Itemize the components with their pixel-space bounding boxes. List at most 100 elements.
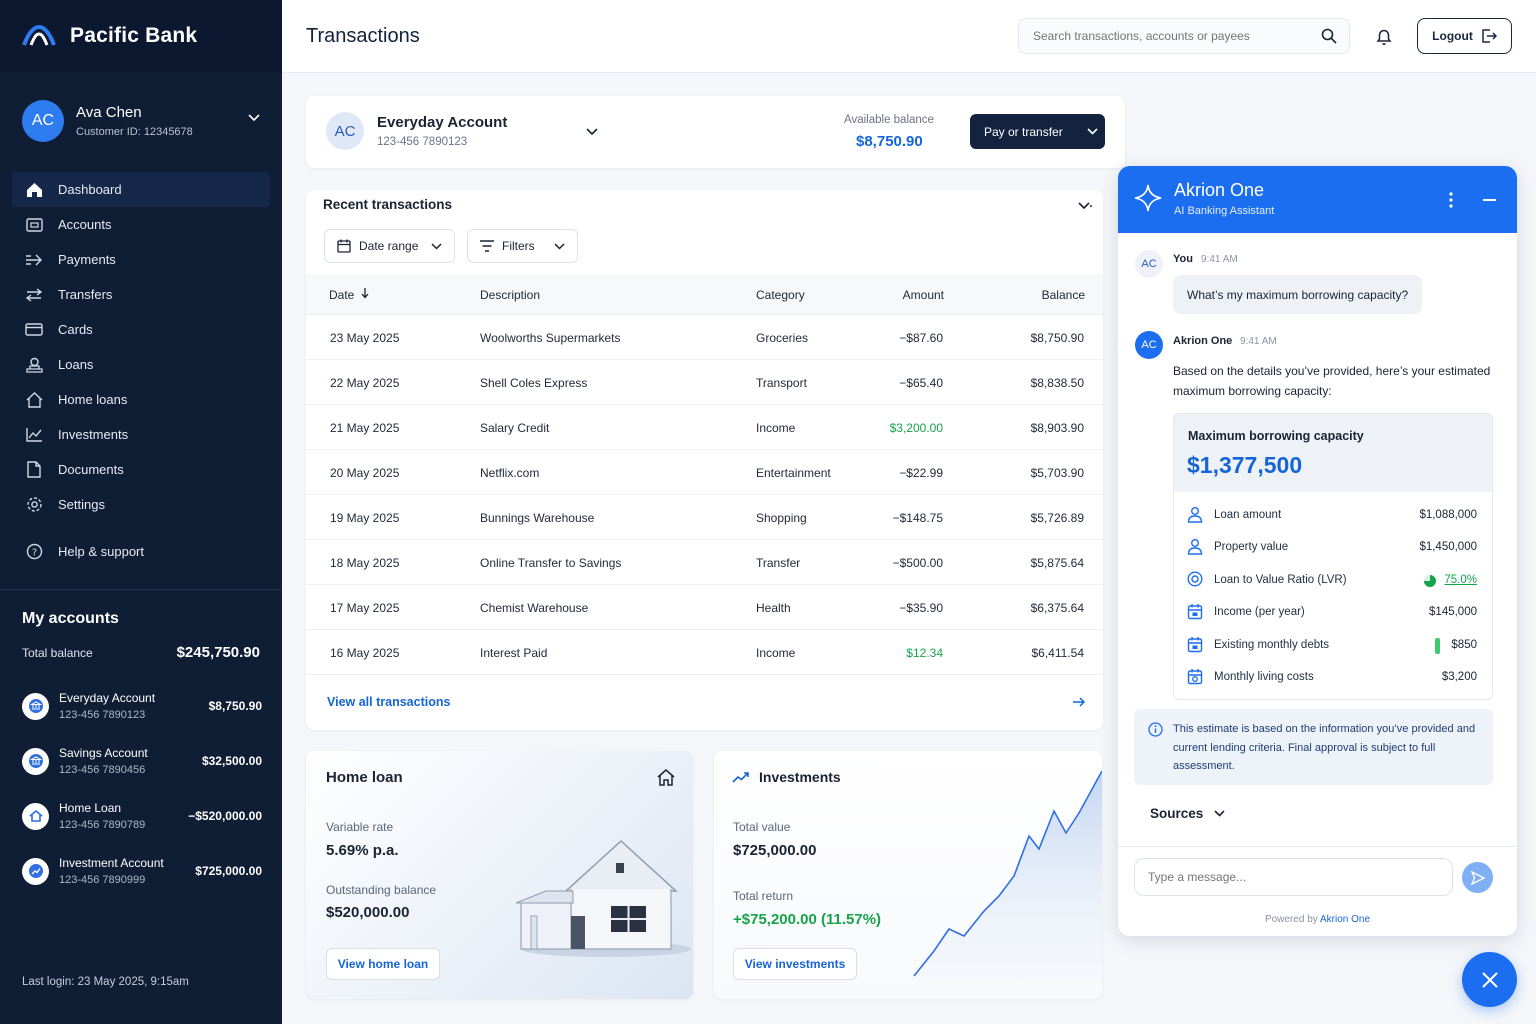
outstanding-label: Outstanding balance xyxy=(326,883,437,897)
cell-amount: $12.34 xyxy=(906,646,943,660)
assistant-message-time: 9:41 AM xyxy=(1240,336,1277,347)
account-avatar: AC xyxy=(326,112,364,150)
investments-card: Investments Total value $725,000.00 Tota… xyxy=(714,751,1102,999)
table-header: Date Description Category Amount Balance xyxy=(306,274,1103,315)
date-range-button[interactable]: Date range xyxy=(324,229,455,263)
sidebar-item-home-loans[interactable]: Home loans xyxy=(12,382,270,417)
cell-amount: −$87.60 xyxy=(899,331,943,345)
cell-category: Entertainment xyxy=(756,466,831,480)
close-chat-button[interactable] xyxy=(1462,952,1517,1007)
view-all-transactions-link[interactable]: View all transactions xyxy=(327,695,450,709)
table-row[interactable]: 18 May 2025 Online Transfer to Savings Tra… xyxy=(306,540,1102,585)
cell-balance: $8,750.90 xyxy=(1030,331,1084,345)
pay-or-transfer-button[interactable]: Pay or transfer xyxy=(970,114,1105,149)
column-description[interactable]: Description xyxy=(480,288,540,302)
sidebar-item-settings[interactable]: Settings xyxy=(12,487,270,522)
account-item-everyday[interactable]: Everyday Account 123-456 7890123 $8,750.9… xyxy=(22,686,262,726)
chevron-down-icon[interactable] xyxy=(248,114,260,122)
home-loan-card: Home loan Variable rate 5.69% p.a. Outst… xyxy=(306,751,693,999)
column-balance[interactable]: Balance xyxy=(1042,288,1085,302)
investments-icon xyxy=(24,425,44,445)
sidebar-item-label: Help & support xyxy=(58,544,144,559)
cell-date: 17 May 2025 xyxy=(330,601,400,615)
sidebar-item-cards[interactable]: Cards xyxy=(12,312,270,347)
column-amount[interactable]: Amount xyxy=(903,288,944,302)
table-row[interactable]: 17 May 2025 Chemist Warehouse Health −$35.9… xyxy=(306,585,1102,630)
account-item-home-loan[interactable]: Home Loan 123-456 7890789 −$520,000.00 xyxy=(22,796,262,836)
search-box xyxy=(1018,18,1350,54)
filters-button[interactable]: Filters xyxy=(467,229,578,263)
account-item-savings[interactable]: Savings Account 123-456 7890456 $32,500.0… xyxy=(22,741,262,781)
avatar[interactable]: AC xyxy=(22,100,64,142)
total-return-value: +$75,200.00 (11.57%) xyxy=(733,911,882,928)
bank-logo-icon[interactable] xyxy=(22,25,56,47)
sidebar-item-dashboard[interactable]: Dashboard xyxy=(12,172,270,207)
outstanding-value: $520,000.00 xyxy=(326,904,410,921)
cell-amount: −$65.40 xyxy=(899,376,943,390)
sidebar-item-accounts[interactable]: Accounts xyxy=(12,207,270,242)
sidebar-item-label: Payments xyxy=(58,252,116,267)
calendar-icon xyxy=(337,239,351,253)
capacity-header: Maximum borrowing capacity $1,377,500 xyxy=(1174,414,1492,492)
sidebar-item-payments[interactable]: Payments xyxy=(12,242,270,277)
more-options-icon[interactable] xyxy=(1449,192,1453,208)
cell-balance: $6,375.64 xyxy=(1030,601,1084,615)
cell-description: Woolworths Supermarkets xyxy=(480,331,621,345)
house-illustration xyxy=(511,831,691,961)
table-row[interactable]: 20 May 2025 Netflix.com Entertainment −$22.… xyxy=(306,450,1102,495)
capacity-label: Maximum borrowing capacity xyxy=(1188,429,1364,443)
minimize-icon[interactable] xyxy=(1483,199,1496,201)
table-row[interactable]: 16 May 2025 Interest Paid Income $12.34 $6,4… xyxy=(306,630,1102,675)
sources-toggle[interactable]: Sources xyxy=(1134,794,1501,832)
cell-description: Interest Paid xyxy=(480,646,548,660)
calendar-icon xyxy=(1187,668,1203,685)
chevron-down-icon[interactable] xyxy=(1078,202,1092,210)
table-row[interactable]: 22 May 2025 Shell Coles Express Transport −… xyxy=(306,360,1102,405)
chat-subtitle: AI Banking Assistant xyxy=(1174,205,1275,217)
table-row[interactable]: 21 May 2025 Salary Credit Income $3,200.00 $… xyxy=(306,405,1102,450)
cell-description: Chemist Warehouse xyxy=(480,601,589,615)
chevron-down-icon xyxy=(1087,128,1098,135)
powered-brand[interactable]: Akrion One xyxy=(1320,914,1370,925)
column-category[interactable]: Category xyxy=(756,288,805,302)
help-icon: ? xyxy=(24,542,44,562)
account-item-investment[interactable]: Investment Account 123-456 7890999 $725,0… xyxy=(22,851,262,891)
search-input[interactable] xyxy=(1033,29,1293,43)
account-name: Everyday Account xyxy=(377,114,508,131)
cell-amount: −$500.00 xyxy=(892,556,943,570)
chevron-down-icon[interactable] xyxy=(586,128,598,136)
close-icon xyxy=(1481,971,1498,988)
arrow-right-icon[interactable] xyxy=(1072,696,1086,708)
loans-icon xyxy=(24,355,44,375)
table-row[interactable]: 19 May 2025 Bunnings Warehouse Shopping −$1… xyxy=(306,495,1102,540)
cell-amount: −$35.90 xyxy=(899,601,943,615)
sidebar-item-transfers[interactable]: Transfers xyxy=(12,277,270,312)
account-name: Home Loan xyxy=(59,801,122,815)
pay-button-label: Pay or transfer xyxy=(984,124,1063,139)
account-number: 123-456 7890999 xyxy=(59,874,146,886)
sidebar-item-loans[interactable]: Loans xyxy=(12,347,270,382)
sort-icon xyxy=(361,288,369,299)
calendar-icon xyxy=(1187,636,1203,653)
lvr-ring xyxy=(1423,574,1437,588)
cell-description: Online Transfer to Savings xyxy=(480,556,622,570)
sidebar-item-help[interactable]: ? Help & support xyxy=(12,534,270,569)
cell-description: Bunnings Warehouse xyxy=(480,511,595,525)
sidebar-item-investments[interactable]: Investments xyxy=(12,417,270,452)
filters-label: Filters xyxy=(502,239,535,253)
column-date[interactable]: Date xyxy=(329,288,369,302)
cell-balance: $6,411.54 xyxy=(1031,646,1085,660)
sidebar-item-documents[interactable]: Documents xyxy=(12,452,270,487)
chat-message-input[interactable] xyxy=(1134,858,1453,896)
detail-label: Property value xyxy=(1214,541,1289,553)
send-button[interactable] xyxy=(1462,862,1493,893)
total-value-label: Total value xyxy=(733,820,791,834)
view-home-loan-button[interactable]: View home loan xyxy=(326,948,440,980)
table-row[interactable]: 23 May 2025 Woolworths Supermarkets Grocer… xyxy=(306,315,1102,360)
home-icon xyxy=(657,769,675,786)
view-investments-button[interactable]: View investments xyxy=(733,948,857,980)
logout-button[interactable]: Logout xyxy=(1417,18,1512,54)
search-icon[interactable] xyxy=(1321,28,1337,44)
detail-row-loan-amount: Loan amount $1,088,000 xyxy=(1174,500,1492,532)
bell-icon[interactable] xyxy=(1375,27,1393,46)
